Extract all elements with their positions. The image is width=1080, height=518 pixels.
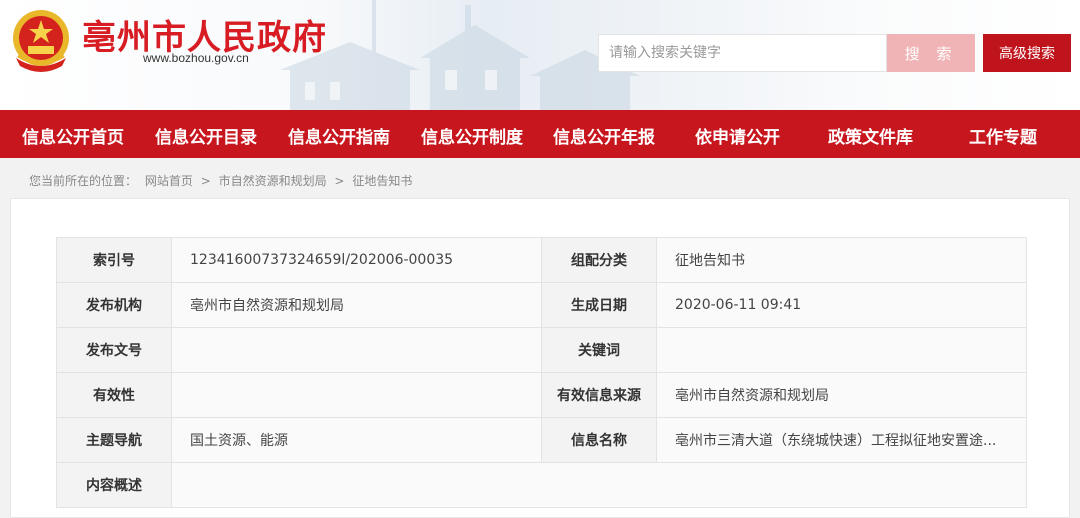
breadcrumb-current[interactable]: 征地告知书 <box>352 174 412 188</box>
table-row: 有效性 有效信息来源 亳州市自然资源和规划局 <box>56 372 1027 418</box>
value-validity <box>171 372 542 418</box>
table-row: 发布机构 亳州市自然资源和规划局 生成日期 2020-06-11 09:41 <box>56 282 1027 328</box>
label-index-number: 索引号 <box>56 237 172 283</box>
breadcrumb-separator: > <box>200 174 211 188</box>
value-keywords <box>656 327 1027 373</box>
breadcrumb: 您当前所在的位置： 网站首页 > 市自然资源和规划局 > 征地告知书 <box>29 172 416 189</box>
nav-item-application[interactable]: 依申请公开 <box>695 123 780 148</box>
value-index-number: 12341600737324659l/202006-00035 <box>171 237 542 283</box>
label-info-name: 信息名称 <box>541 417 657 463</box>
table-row: 索引号 12341600737324659l/202006-00035 组配分类… <box>56 237 1027 283</box>
label-publisher: 发布机构 <box>56 282 172 328</box>
breadcrumb-home-link[interactable]: 网站首页 <box>145 174 193 188</box>
site-header: 亳州市人民政府 www.bozhou.gov.cn 搜 索 高级搜索 <box>0 0 1080 110</box>
content-panel: 索引号 12341600737324659l/202006-00035 组配分类… <box>10 198 1070 518</box>
value-publisher: 亳州市自然资源和规划局 <box>171 282 542 328</box>
site-url: www.bozhou.gov.cn <box>143 51 249 65</box>
value-category: 征地告知书 <box>656 237 1027 283</box>
label-created-date: 生成日期 <box>541 282 657 328</box>
table-row: 内容概述 <box>56 462 1027 508</box>
nav-item-special-topics[interactable]: 工作专题 <box>969 123 1037 148</box>
nav-item-info-home[interactable]: 信息公开首页 <box>22 123 124 148</box>
nav-item-policy-library[interactable]: 政策文件库 <box>828 123 913 148</box>
national-emblem-icon <box>13 10 69 72</box>
label-valid-source: 有效信息来源 <box>541 372 657 418</box>
value-topic: 国土资源、能源 <box>171 417 542 463</box>
info-table: 索引号 12341600737324659l/202006-00035 组配分类… <box>56 237 1027 508</box>
label-keywords: 关键词 <box>541 327 657 373</box>
breadcrumb-department-link[interactable]: 市自然资源和规划局 <box>219 174 327 188</box>
advanced-search-button[interactable]: 高级搜索 <box>983 34 1071 72</box>
search-input[interactable] <box>598 34 887 72</box>
table-row: 发布文号 关键词 <box>56 327 1027 373</box>
value-valid-source: 亳州市自然资源和规划局 <box>656 372 1027 418</box>
main-nav: 信息公开首页 信息公开目录 信息公开指南 信息公开制度 信息公开年报 依申请公开… <box>0 110 1080 158</box>
value-summary <box>171 462 1027 508</box>
label-summary: 内容概述 <box>56 462 172 508</box>
header-building-watermark <box>280 0 640 110</box>
nav-item-info-catalog[interactable]: 信息公开目录 <box>155 123 257 148</box>
breadcrumb-separator: > <box>334 174 345 188</box>
value-info-name: 亳州市三清大道（东绕城快速）工程拟征地安置途... <box>656 417 1027 463</box>
label-validity: 有效性 <box>56 372 172 418</box>
label-topic: 主题导航 <box>56 417 172 463</box>
search-button[interactable]: 搜 索 <box>887 34 975 72</box>
breadcrumb-prefix: 您当前所在的位置： <box>29 174 138 188</box>
table-row: 主题导航 国土资源、能源 信息名称 亳州市三清大道（东绕城快速）工程拟征地安置途… <box>56 417 1027 463</box>
label-document-number: 发布文号 <box>56 327 172 373</box>
nav-item-info-guide[interactable]: 信息公开指南 <box>288 123 390 148</box>
nav-item-info-system[interactable]: 信息公开制度 <box>421 123 523 148</box>
value-document-number <box>171 327 542 373</box>
label-category: 组配分类 <box>541 237 657 283</box>
nav-item-annual-report[interactable]: 信息公开年报 <box>553 123 655 148</box>
value-created-date: 2020-06-11 09:41 <box>656 282 1027 328</box>
